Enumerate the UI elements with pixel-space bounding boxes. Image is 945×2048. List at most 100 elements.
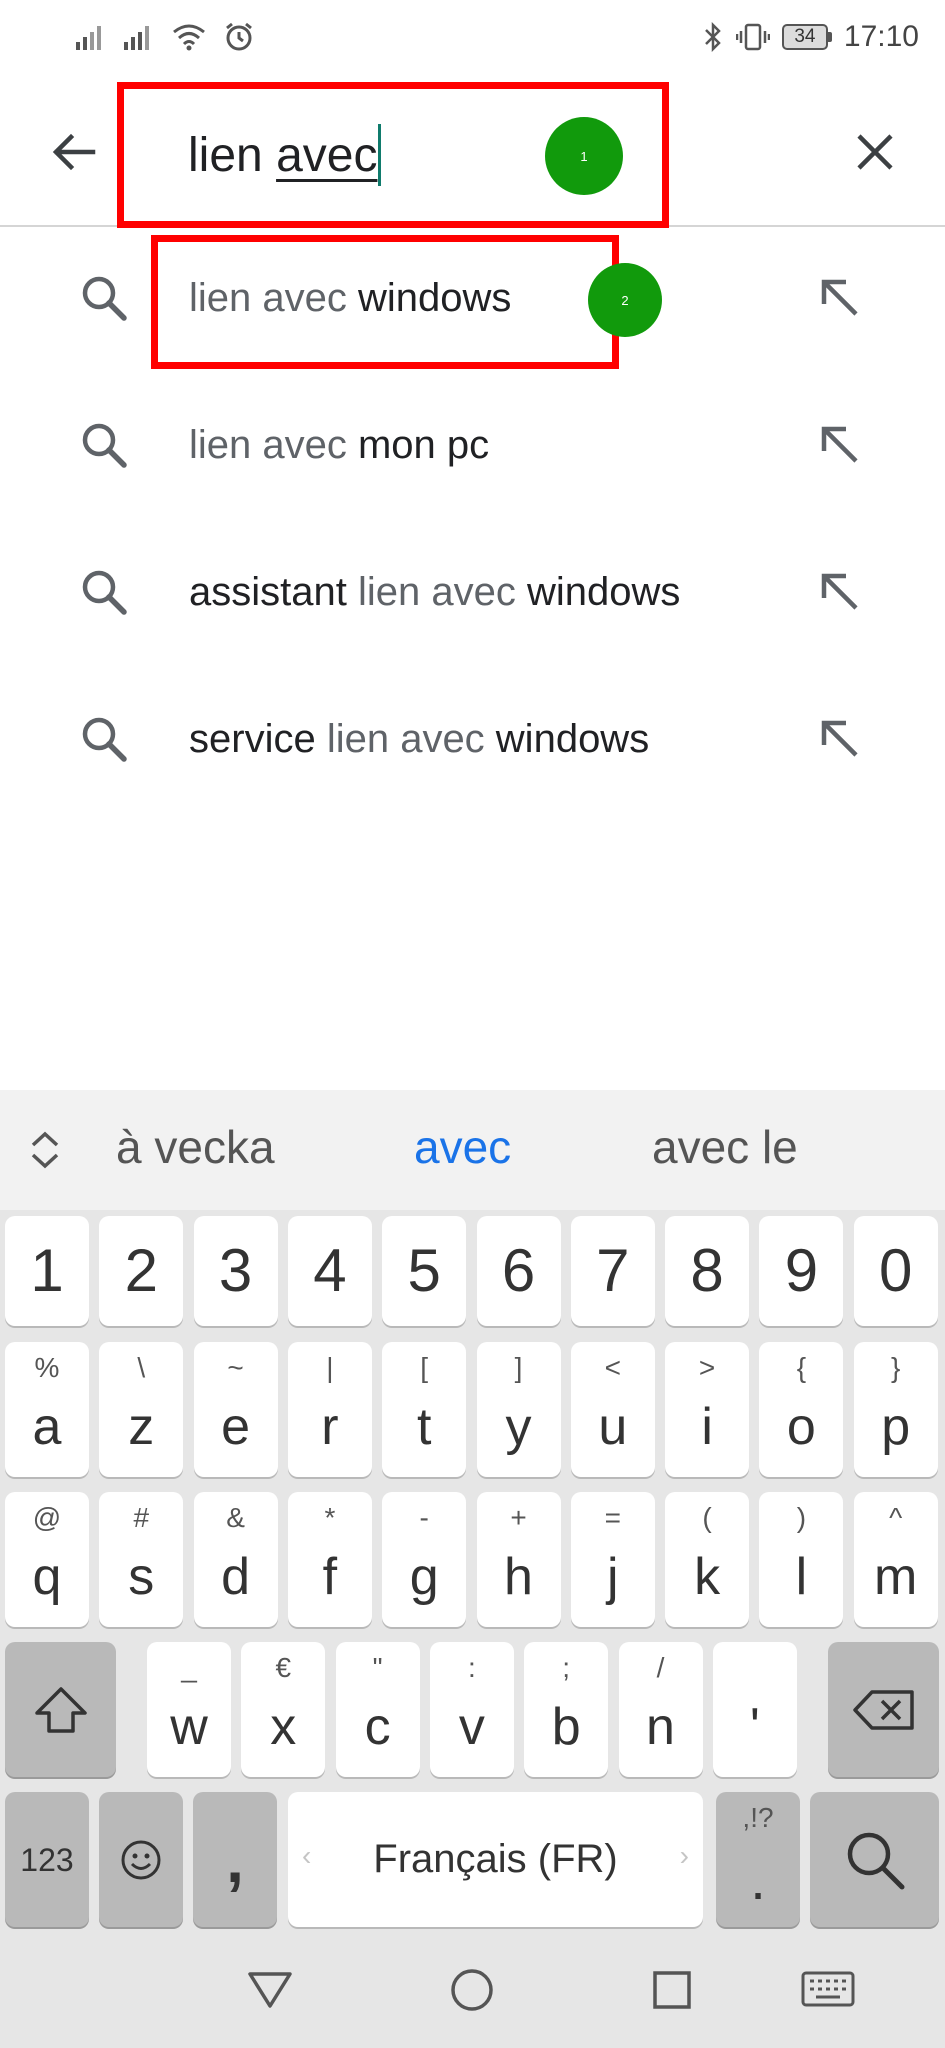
key-p[interactable]: } p xyxy=(853,1342,938,1477)
key-label: f xyxy=(322,1547,338,1606)
key-label: g xyxy=(409,1547,439,1606)
key-x[interactable]: € x xyxy=(241,1642,326,1777)
comma-key[interactable]: , xyxy=(193,1792,277,1927)
key-4[interactable]: 4 xyxy=(287,1216,372,1326)
key-g[interactable]: -g xyxy=(382,1492,467,1627)
key-8[interactable]: 8 xyxy=(665,1216,750,1326)
keyboard-suggestion-2[interactable]: avec xyxy=(414,1120,511,1174)
signal-icon xyxy=(124,26,149,50)
key-label: , xyxy=(226,1823,244,1896)
key-l[interactable]: ) l xyxy=(759,1492,844,1627)
suggestion-completion-part: service xyxy=(189,717,327,761)
space-bar-label: Français (FR) xyxy=(373,1837,618,1881)
key-f[interactable]: * f xyxy=(287,1492,372,1627)
key-alt-label: / xyxy=(656,1652,665,1683)
key-alt-label: ] xyxy=(514,1352,523,1383)
key-alt-label: _ xyxy=(181,1652,197,1683)
key-alt-label: + xyxy=(510,1502,527,1533)
key-5[interactable]: 5 xyxy=(382,1216,467,1326)
period-key[interactable]: ,!?. xyxy=(716,1792,800,1927)
search-icon xyxy=(847,1832,904,1889)
key-u[interactable]: < u xyxy=(570,1342,655,1477)
annotation-marker-1: 1 xyxy=(545,117,623,195)
key-alt-label: " xyxy=(372,1652,383,1683)
key-1[interactable]: 1 xyxy=(5,1216,89,1326)
key-alt-label: } xyxy=(891,1352,901,1383)
key-alt-label: < xyxy=(604,1352,621,1383)
keyboard-icon xyxy=(801,1971,855,2007)
search-icon xyxy=(82,717,127,762)
key-label: w xyxy=(170,1697,208,1756)
fill-query-arrow-icon[interactable] xyxy=(816,421,864,469)
key-r[interactable]: | r xyxy=(287,1342,372,1477)
fill-query-arrow-icon[interactable] xyxy=(816,568,864,616)
search-icon xyxy=(82,423,127,468)
key-e[interactable]: ~ e xyxy=(193,1342,278,1477)
suggestion-item[interactable]: assistant lien avec windows xyxy=(0,522,945,669)
close-icon xyxy=(857,134,893,170)
key-c[interactable]: " c xyxy=(335,1642,420,1777)
keyboard-suggestion-1[interactable]: à vecka xyxy=(116,1120,275,1174)
numbers-mode-key[interactable]: 123 xyxy=(5,1792,89,1927)
key-d[interactable]: & d xyxy=(193,1492,278,1627)
backspace-key[interactable] xyxy=(828,1642,939,1777)
fill-query-arrow-icon[interactable] xyxy=(816,715,864,763)
keyboard-suggestion-3[interactable]: avec le xyxy=(652,1120,798,1174)
key-n[interactable]: / n xyxy=(618,1642,703,1777)
key-alt-label: @ xyxy=(32,1502,62,1533)
key-k[interactable]: (k xyxy=(665,1492,750,1627)
suggestion-item[interactable]: service lien avec windows xyxy=(0,669,945,816)
suggestion-text: service lien avec windows xyxy=(189,717,649,762)
suggestion-item[interactable]: lien avec mon pc xyxy=(0,375,945,522)
key-t[interactable]: [t xyxy=(382,1342,467,1477)
alarm-icon xyxy=(226,22,252,51)
key-m[interactable]: ^ m xyxy=(853,1492,938,1627)
key-z[interactable]: \ z xyxy=(99,1342,184,1477)
nav-back-button[interactable] xyxy=(240,1960,300,2020)
nav-home-button[interactable] xyxy=(442,1960,502,2020)
key-q[interactable]: @ q xyxy=(5,1492,89,1627)
backspace-icon xyxy=(852,1689,914,1730)
key-label: x xyxy=(270,1697,297,1756)
clear-button[interactable] xyxy=(845,122,905,182)
key-apostrophe[interactable]: ' xyxy=(712,1642,797,1777)
key-o[interactable]: {o xyxy=(759,1342,844,1477)
key-label: d xyxy=(221,1547,251,1606)
key-alt-label: ( xyxy=(702,1502,712,1533)
key-label: p xyxy=(881,1397,911,1456)
emoji-key[interactable] xyxy=(99,1792,183,1927)
nav-keyboard-button[interactable] xyxy=(796,1960,860,2020)
key-3[interactable]: 3 xyxy=(193,1216,278,1326)
key-alt-label: % xyxy=(34,1352,60,1383)
key-label: 9 xyxy=(784,1237,819,1304)
key-0[interactable]: 0 xyxy=(853,1216,938,1326)
key-s[interactable]: # s xyxy=(99,1492,184,1627)
search-icon xyxy=(82,570,127,615)
key-7[interactable]: 7 xyxy=(570,1216,655,1326)
key-y[interactable]: ] y xyxy=(476,1342,561,1477)
nav-recents-button[interactable] xyxy=(642,1960,702,2020)
key-label: 5 xyxy=(407,1237,441,1304)
key-j[interactable]: = j xyxy=(570,1492,655,1627)
key-9[interactable]: 9 xyxy=(759,1216,844,1326)
search-key[interactable] xyxy=(810,1792,939,1927)
key-label: 8 xyxy=(690,1237,724,1304)
space-bar[interactable]: ‹ › Français (FR) xyxy=(288,1792,703,1927)
fill-query-arrow-icon[interactable] xyxy=(816,274,864,322)
key-label: 4 xyxy=(313,1237,347,1304)
key-a[interactable]: % a xyxy=(5,1342,89,1477)
expand-toggle-icon[interactable] xyxy=(24,1128,66,1172)
key-alt-label: ) xyxy=(796,1502,807,1533)
key-label: 3 xyxy=(218,1237,253,1304)
key-6[interactable]: 6 xyxy=(476,1216,561,1326)
key-alt-label: & xyxy=(226,1502,245,1533)
key-w[interactable]: _ w xyxy=(147,1642,231,1777)
shift-key[interactable] xyxy=(5,1642,116,1777)
key-2[interactable]: 2 xyxy=(99,1216,184,1326)
key-i[interactable]: > i xyxy=(665,1342,750,1477)
key-b[interactable]: ; b xyxy=(524,1642,609,1777)
key-label: u xyxy=(598,1397,628,1456)
back-button[interactable] xyxy=(44,122,104,182)
key-v[interactable]: :v xyxy=(429,1642,514,1777)
key-h[interactable]: + h xyxy=(476,1492,561,1627)
